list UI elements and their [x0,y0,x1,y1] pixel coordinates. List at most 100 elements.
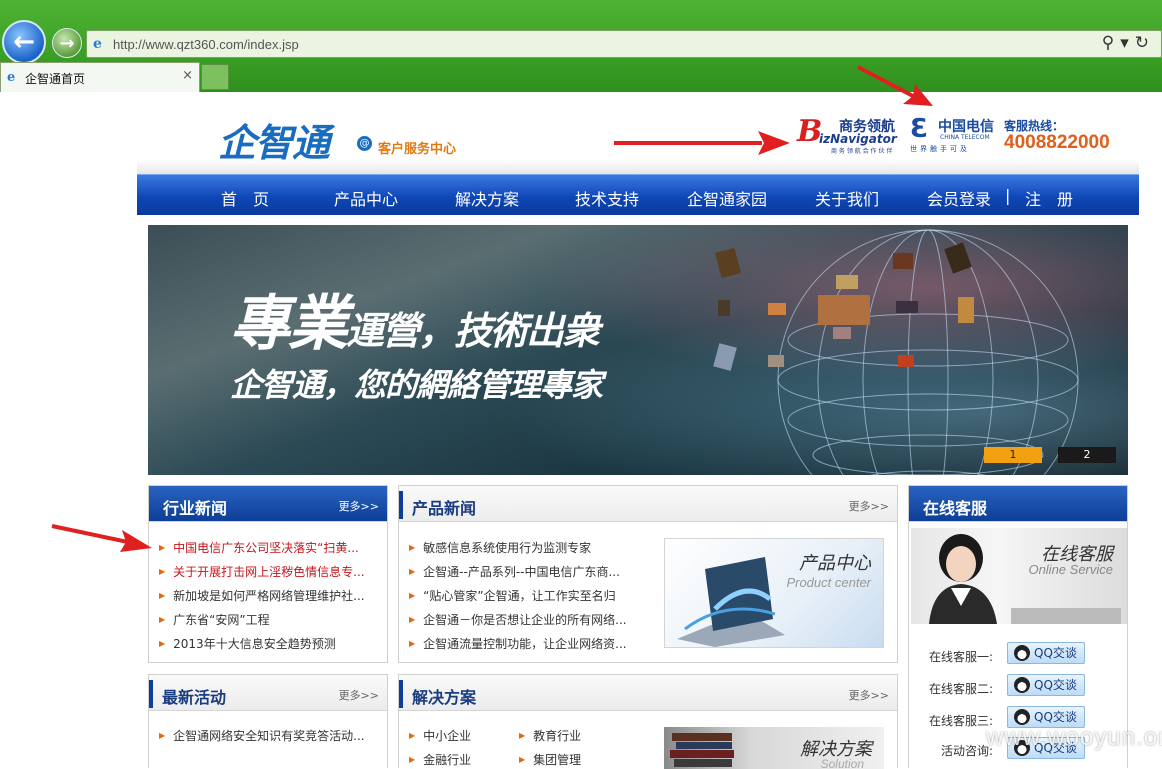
product-news-panel: 产品新闻 更多>> ▶ 敏感信息系统使用行为监测专家 ▶ 企智通--产品系列--中国… [398,485,898,663]
ct-slogan: 世界触手可及 [910,145,970,153]
nav-about[interactable]: 关于我们 [815,186,879,210]
nav-login[interactable]: 会员登录 [927,186,991,210]
hero-banner[interactable]: 專業運營，技術出衆 企智通，您的網絡管理專家 1 2 [148,225,1128,475]
nav-support[interactable]: 技术支持 [575,186,639,210]
list-item[interactable]: ▶ “贴心管家”企智通，让工作实至名归 [409,587,641,604]
browser-tab[interactable]: e 企智通首页 × [0,62,200,92]
list-item[interactable]: ▶ 中国电信广东公司坚决落实“扫黄... [159,539,384,556]
list-item-text[interactable]: 新加坡是如何严格网络管理维护社... [173,589,364,603]
new-tab-button[interactable] [201,64,229,90]
list-item[interactable]: ▶ 集团管理 [519,751,581,768]
product-center-en: Product center [786,575,871,590]
qq-chat-button[interactable]: QQ交谈 [1007,642,1085,664]
china-telecom-symbol-icon: Ɛ [910,114,929,144]
bullet-icon: ▶ [159,567,166,576]
list-item[interactable]: ▶ 企智通网络安全知识有奖竞答活动... [159,727,384,744]
list-item-text[interactable]: 关于开展打击网上淫秽色情信息专... [173,565,364,579]
bullet-icon: ▶ [409,639,416,648]
qq-penguin-icon [1014,645,1030,661]
list-item-text[interactable]: 金融行业 [423,753,471,767]
red-arrow-icon [857,65,933,106]
list-item-text[interactable]: 2013年十大信息安全趋势预测 [173,637,336,651]
list-item[interactable]: ▶ 企智通流量控制功能，让企业网络资... [409,635,641,652]
bullet-icon: ▶ [519,755,526,764]
at-badge-icon: @ [357,136,372,151]
list-item-text[interactable]: 敏感信息系统使用行为监测专家 [423,541,591,555]
list-item-text[interactable]: 广东省“安网”工程 [173,613,269,627]
latest-activity-more[interactable]: 更多>> [339,687,379,703]
site-logo[interactable]: 企智通 [218,112,330,167]
nav-separator: | [1005,186,1011,205]
nav-home[interactable]: 首 页 [221,186,269,210]
list-item-text[interactable]: 集团管理 [533,753,581,767]
solutions-thumb[interactable]: 解决方案 Solution [664,727,884,769]
search-icon[interactable]: ⚲ [1102,33,1120,53]
product-center-cn: 产品中心 [799,553,871,574]
list-item[interactable]: ▶ 金融行业 [409,751,471,768]
list-item[interactable]: ▶ 敏感信息系统使用行为监测专家 [409,539,641,556]
list-item-text[interactable]: 教育行业 [533,729,581,743]
address-url[interactable]: http://www.qzt360.com/index.jsp [113,37,299,52]
list-item[interactable]: ▶ 广东省“安网”工程 [159,611,384,628]
bullet-icon: ▶ [159,731,166,740]
red-arrow-icon [51,524,152,552]
list-item-text[interactable]: 企智通流量控制功能，让企业网络资... [423,637,626,651]
main-nav: 首 页 产品中心 解决方案 技术支持 企智通家园 关于我们 会员登录 | 注 册 [137,174,1139,215]
back-button[interactable]: ← [2,20,46,64]
bullet-icon: ▶ [159,591,166,600]
list-item[interactable]: ▶ 关于开展打击网上淫秽色情信息专... [159,563,384,580]
bullet-icon: ▶ [409,615,416,624]
latest-activity-panel: 最新活动 更多>> ▶ 企智通网络安全知识有奖竞答活动... [148,674,388,768]
product-news-more[interactable]: 更多>> [849,498,889,514]
list-item[interactable]: ▶ 中小企业 [409,727,471,744]
list-item[interactable]: ▶ 新加坡是如何严格网络管理维护社... [159,587,384,604]
list-item[interactable]: ▶ 教育行业 [519,727,581,744]
banner-subline: 企智通，您的網絡管理專家 [230,366,603,404]
solutions-header: 解决方案 更多>> [399,675,897,711]
list-item-text[interactable]: 企智通网络安全知识有奖竞答活动... [173,729,364,743]
list-item-text[interactable]: 企智通--产品系列--中国电信广东商... [423,565,620,579]
latest-activity-header: 最新活动 更多>> [149,675,387,711]
list-item[interactable]: ▶ 企智通－你是否想让企业的所有网络... [409,611,641,628]
solutions-panel: 解决方案 更多>> ▶ 中小企业 ▶ 金融行业 ▶ 教育行业 ▶ 集团管理 解决方案 S… [398,674,898,769]
bullet-icon: ▶ [409,755,416,764]
product-center-thumb[interactable]: 产品中心 Product center [664,538,884,648]
header-accent-bar [399,491,403,519]
product-news-title: 产品新闻 [412,499,477,518]
list-item-text[interactable]: 中国电信广东公司坚决落实“扫黄... [173,541,359,555]
address-bar[interactable]: e http://www.qzt360.com/index.jsp ⚲▾↻ [86,30,1162,58]
nav-community[interactable]: 企智通家园 [687,186,767,210]
globe-illustration [713,229,1079,475]
banner-headline-b: 運營，技術出衆 [346,308,600,353]
banner-page-2[interactable]: 2 [1058,447,1116,463]
product-news-header: 产品新闻 更多>> [399,486,897,522]
nav-register[interactable]: 注 册 [1025,186,1073,210]
refresh-icon[interactable]: ↻ [1135,33,1155,53]
solutions-more[interactable]: 更多>> [849,687,889,703]
industry-news-more[interactable]: 更多>> [339,498,379,514]
bullet-icon: ▶ [409,543,416,552]
tab-title: 企智通首页 [25,72,86,86]
qq-button-label[interactable]: QQ交谈 [1034,678,1077,692]
header-accent-bar [399,680,403,708]
biz-en: izNavigator [819,132,897,146]
qq-chat-button[interactable]: QQ交谈 [1007,674,1085,696]
forward-button[interactable]: → [52,28,82,58]
dropdown-icon[interactable]: ▾ [1120,33,1135,53]
list-item-text[interactable]: 中小企业 [423,729,471,743]
banner-page-1[interactable]: 1 [984,447,1042,463]
logo-subtitle: 客户服务中心 [378,142,457,157]
online-service-image[interactable]: 在线客服 Online Service [911,528,1127,624]
qq-button-label[interactable]: QQ交谈 [1034,646,1077,660]
nav-solutions[interactable]: 解决方案 [455,186,519,210]
service-row-2-label: 在线客服二: [929,682,994,696]
qq-button-label[interactable]: QQ交谈 [1034,710,1077,724]
latest-activity-title: 最新活动 [162,688,227,707]
list-item[interactable]: ▶ 2013年十大信息安全趋势预测 [159,635,384,652]
list-item-text[interactable]: “贴心管家”企智通，让工作实至名归 [423,589,615,603]
list-item-text[interactable]: 企智通－你是否想让企业的所有网络... [423,613,626,627]
tab-close-icon[interactable]: × [182,68,193,83]
list-item[interactable]: ▶ 企智通--产品系列--中国电信广东商... [409,563,641,580]
address-tools: ⚲▾↻ [1102,33,1155,53]
nav-products[interactable]: 产品中心 [334,186,398,210]
